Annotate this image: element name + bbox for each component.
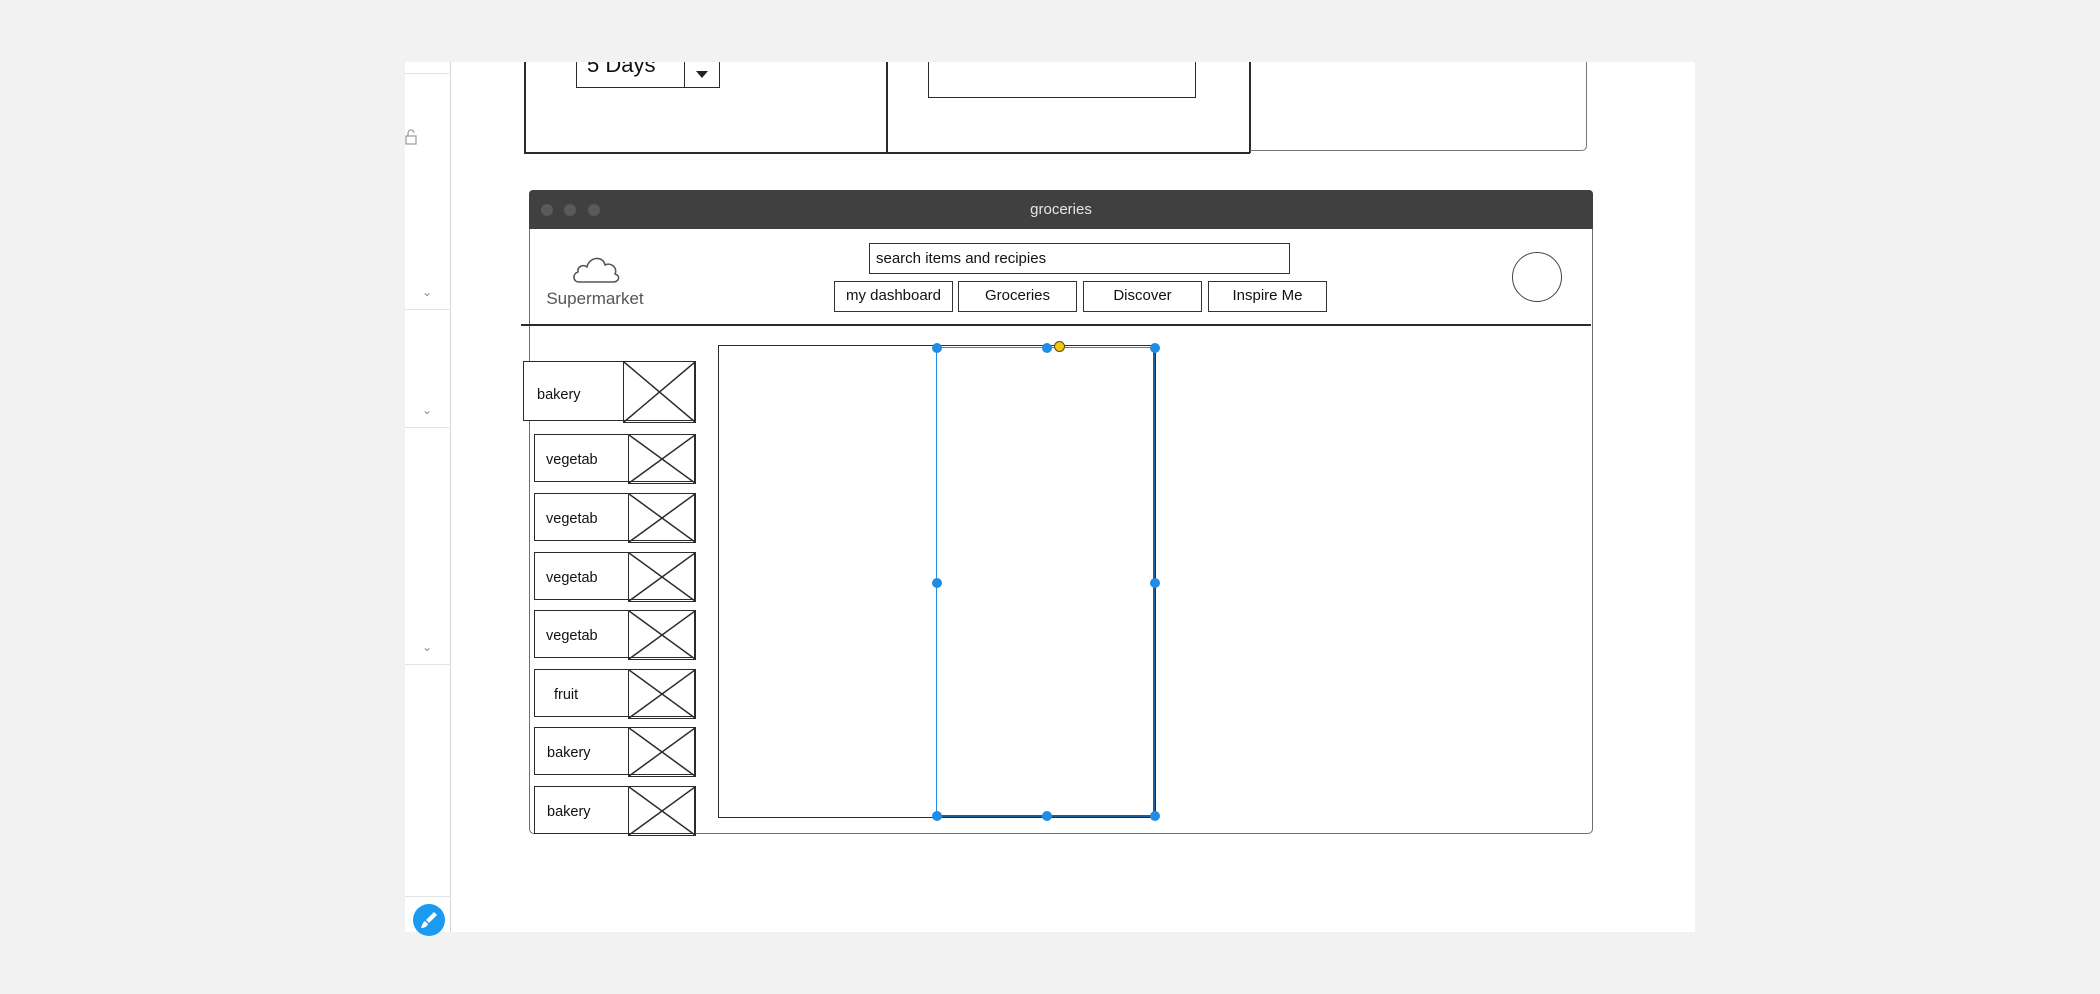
selected-rectangle[interactable] bbox=[936, 347, 1155, 817]
dropdown-arrow-button[interactable] bbox=[684, 62, 720, 88]
category-label: fruit bbox=[554, 687, 579, 703]
category-label: vegetab bbox=[546, 452, 598, 468]
caret-down-icon bbox=[696, 71, 708, 78]
image-placeholder-icon bbox=[627, 726, 696, 777]
logo-text: Supermarket bbox=[546, 289, 644, 308]
window-titlebar: groceries bbox=[529, 190, 1593, 229]
image-placeholder-icon bbox=[627, 609, 696, 660]
cloud-icon bbox=[573, 257, 620, 283]
chevron-down-icon[interactable]: ⌄ bbox=[419, 404, 435, 416]
wireframe-panel bbox=[1250, 62, 1587, 151]
category-label: vegetab bbox=[546, 628, 598, 644]
search-input[interactable]: search items and recipies bbox=[869, 243, 1290, 274]
category-label: vegetab bbox=[546, 570, 598, 586]
resize-handle-top[interactable] bbox=[1042, 343, 1052, 353]
panel-divider bbox=[405, 73, 451, 74]
panel-divider bbox=[405, 664, 451, 665]
window-title: groceries bbox=[1030, 201, 1092, 218]
days-dropdown[interactable]: 5 Days bbox=[576, 62, 685, 88]
category-label: bakery bbox=[537, 387, 581, 403]
image-placeholder-icon bbox=[627, 551, 696, 602]
category-item[interactable]: bakery bbox=[534, 785, 696, 836]
resize-handle-bottom-left[interactable] bbox=[932, 811, 942, 821]
panel-divider bbox=[405, 309, 451, 310]
wireframe-textbox bbox=[928, 62, 1196, 98]
image-placeholder-icon bbox=[622, 360, 696, 423]
resize-handle-top-right[interactable] bbox=[1150, 343, 1160, 353]
lock-icon[interactable] bbox=[405, 128, 417, 146]
image-placeholder-icon bbox=[627, 492, 696, 543]
resize-handle-bottom-right[interactable] bbox=[1150, 811, 1160, 821]
avatar[interactable] bbox=[1512, 252, 1562, 302]
resize-handle-top-left[interactable] bbox=[932, 343, 942, 353]
nav-my-dashboard-button[interactable]: my dashboard bbox=[834, 281, 953, 312]
chevron-down-icon[interactable]: ⌄ bbox=[419, 286, 435, 298]
days-dropdown-value: 5 Days bbox=[587, 62, 656, 77]
resize-handle-bottom[interactable] bbox=[1042, 811, 1052, 821]
resize-handle-right[interactable] bbox=[1150, 578, 1160, 588]
category-item[interactable]: vegetab bbox=[534, 492, 696, 543]
header-divider bbox=[521, 324, 1591, 326]
category-item[interactable]: vegetab bbox=[534, 433, 696, 484]
chevron-down-icon[interactable]: ⌄ bbox=[419, 641, 435, 653]
brush-button[interactable] bbox=[413, 904, 445, 936]
brush-icon bbox=[421, 912, 437, 928]
category-label: bakery bbox=[547, 745, 591, 761]
image-placeholder-icon bbox=[627, 433, 696, 484]
resize-handle-left[interactable] bbox=[932, 578, 942, 588]
nav-discover-button[interactable]: Discover bbox=[1083, 281, 1202, 312]
image-placeholder-icon bbox=[627, 785, 696, 836]
image-placeholder-icon bbox=[627, 668, 696, 719]
category-label: bakery bbox=[547, 804, 591, 820]
panel-divider bbox=[405, 896, 451, 897]
wireframe-border bbox=[524, 62, 526, 153]
category-item[interactable]: fruit bbox=[534, 668, 696, 719]
nav-inspire-me-button[interactable]: Inspire Me bbox=[1208, 281, 1327, 312]
category-item[interactable]: bakery bbox=[523, 360, 696, 423]
panel-divider bbox=[405, 427, 451, 428]
nav-groceries-button[interactable]: Groceries bbox=[958, 281, 1077, 312]
category-item[interactable]: vegetab bbox=[534, 609, 696, 660]
search-input-text: search items and recipies bbox=[876, 250, 1047, 267]
category-item[interactable]: vegetab bbox=[534, 551, 696, 602]
category-item[interactable]: bakery bbox=[534, 726, 696, 777]
category-label: vegetab bbox=[546, 511, 598, 527]
wireframe-divider bbox=[886, 62, 888, 153]
side-panel: ⌄ ⌄ ⌄ bbox=[405, 62, 451, 936]
rotate-handle[interactable] bbox=[1054, 341, 1065, 352]
